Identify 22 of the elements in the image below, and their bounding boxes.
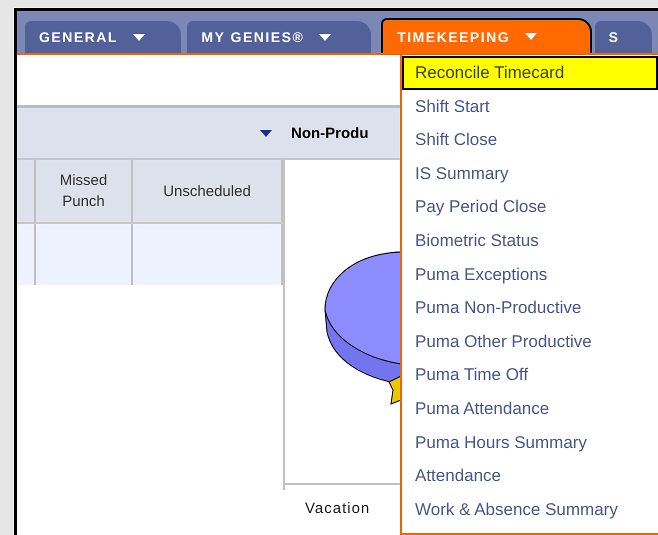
menu-item[interactable]: Puma Attendance — [402, 392, 658, 426]
menu-item[interactable]: Pay Period Close — [402, 190, 658, 224]
menu-item[interactable]: Puma Non-Productive — [402, 291, 658, 325]
filter-label: Non-Produ — [291, 124, 368, 142]
menu-item[interactable]: Shift Start — [402, 90, 658, 124]
menu-item[interactable]: Puma Hours Summary — [402, 426, 658, 460]
legend-label: Vacation — [305, 500, 370, 517]
menu-item[interactable]: Reconcile Timecard — [402, 56, 658, 90]
tab[interactable]: MY GENIES® — [187, 21, 372, 53]
menu-item[interactable]: Puma Other Productive — [402, 324, 658, 358]
caret-icon — [259, 128, 273, 138]
menu-item[interactable]: Puma Exceptions — [402, 258, 658, 292]
tab[interactable]: GENERAL — [25, 21, 182, 53]
menu-item[interactable]: Shift Close — [402, 123, 658, 157]
menu-item[interactable]: Attendance — [402, 459, 658, 493]
column-header[interactable]: Unscheduled — [133, 160, 283, 222]
menu-item[interactable]: IS Summary — [402, 156, 658, 190]
menu-item[interactable]: Biometric Status — [402, 224, 658, 258]
tab[interactable]: S — [594, 21, 652, 53]
menu-item[interactable]: Puma Time Off — [402, 358, 658, 392]
menu-item[interactable]: Work & Absence Summary — [402, 492, 658, 526]
column-header[interactable]: Missed Punch — [36, 160, 133, 222]
